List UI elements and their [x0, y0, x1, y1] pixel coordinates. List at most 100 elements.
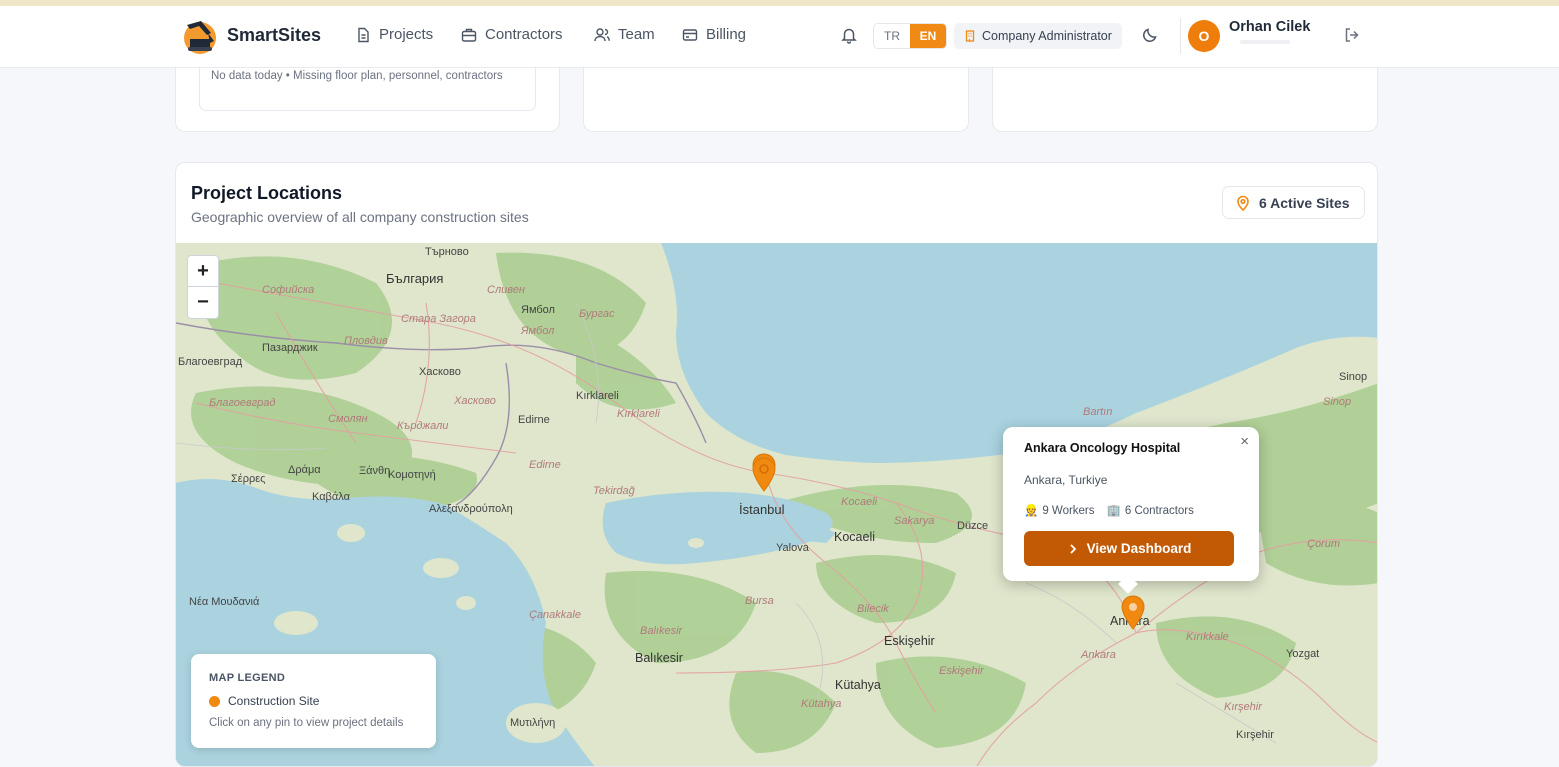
map-label: Tekirdağ [593, 485, 635, 497]
map-label: Пловдив [344, 335, 388, 347]
map-label: Çorum [1307, 538, 1341, 550]
map-label: Kırklareli [576, 390, 619, 402]
language-switch: TR EN [873, 23, 947, 49]
logout-icon[interactable] [1343, 26, 1361, 44]
lang-tr-button[interactable]: TR [874, 24, 910, 48]
map-label: Кърджали [397, 420, 449, 432]
map-label: Хасково [419, 366, 461, 378]
map-label: Δράμα [288, 464, 321, 476]
credit-card-icon [682, 28, 698, 41]
worker-icon: 👷 [1024, 505, 1039, 517]
popup-close-button[interactable]: × [1240, 433, 1249, 450]
zoom-control: + − [187, 255, 219, 319]
legend-item: Construction Site [209, 694, 319, 708]
moon-icon[interactable] [1141, 26, 1159, 44]
site-pin-icon[interactable] [751, 457, 777, 493]
role-badge: Company Administrator [954, 23, 1122, 49]
nav-team-label: Team [618, 26, 655, 43]
map-label: Κομοτηνή [388, 469, 436, 481]
section-title: Project Locations [191, 183, 343, 203]
map-label: Kırşehir [1224, 701, 1262, 713]
view-dashboard-label: View Dashboard [1086, 541, 1192, 556]
site-pin-icon[interactable] [1120, 595, 1146, 631]
nav-team[interactable]: Team [594, 26, 655, 43]
workers-stat: 👷 9 Workers [1024, 503, 1095, 517]
map-label: Düzce [957, 520, 989, 532]
popup-title: Ankara Oncology Hospital [1024, 441, 1181, 455]
active-sites-badge[interactable]: 6 Active Sites [1222, 186, 1365, 219]
legend-item-label: Construction Site [228, 694, 320, 708]
briefcase-icon [461, 28, 477, 42]
map-label: Yozgat [1286, 648, 1320, 660]
map-label: Sinop [1339, 371, 1368, 383]
users-icon [594, 27, 610, 41]
map-label: Σέρρες [231, 473, 266, 485]
project-locations-panel: Project Locations Geographic overview of… [175, 162, 1378, 767]
map-label: Sinop [1323, 396, 1352, 408]
map-label: Yalova [776, 542, 809, 554]
popup-stats: 👷 9 Workers 🏢 6 Contractors [1024, 503, 1194, 517]
legend-title: MAP LEGEND [209, 672, 286, 684]
map-label: Сливен [487, 284, 525, 296]
map-label: Bartın [1083, 406, 1113, 418]
chevron-right-icon [1069, 543, 1076, 554]
role-label: Company Administrator [982, 29, 1112, 43]
map-label: Νέα Μουδανιά [189, 596, 260, 608]
map-label: Bilecik [857, 603, 889, 615]
map-label: Balıkesir [635, 651, 683, 665]
site-popup: × Ankara Oncology Hospital Ankara, Turki… [1003, 427, 1259, 594]
map-label: Благоевград [209, 397, 276, 409]
nav-projects-label: Projects [379, 26, 434, 43]
map-label: Ankara [1081, 649, 1116, 661]
bell-icon[interactable] [840, 26, 858, 44]
map-label: Пазарджик [262, 342, 318, 354]
map-label: Kocaeli [834, 530, 875, 544]
map-label: Бургас [579, 308, 615, 320]
nav-billing[interactable]: Billing [682, 26, 746, 43]
map-label: Софийска [262, 284, 315, 296]
map-label: Търново [425, 246, 469, 258]
building-icon [965, 30, 975, 42]
brand-name[interactable]: SmartSites [227, 25, 321, 46]
user-name[interactable]: Orhan Cilek [1229, 19, 1310, 35]
legend-note: Click on any pin to view project details [209, 717, 404, 729]
map-label: Kırıkkale [1186, 631, 1229, 643]
map-label: Sakarya [894, 515, 935, 527]
map-view[interactable]: Търново България Софийска Сливен Ямбол Б… [176, 243, 1377, 766]
map-pin-icon [1237, 195, 1249, 211]
view-dashboard-button[interactable]: View Dashboard [1024, 531, 1234, 566]
map-label: Çanakkale [529, 609, 581, 621]
nav-contractors[interactable]: Contractors [461, 26, 563, 43]
map-label: Balıkesir [640, 625, 683, 637]
map-label: İstanbul [739, 502, 785, 517]
map-label: България [386, 271, 444, 286]
map-label: Kocaeli [841, 496, 878, 508]
map-label: Edirne [518, 414, 550, 426]
contractors-count: 6 Contractors [1124, 505, 1194, 517]
map-label: Ξάνθη [359, 465, 391, 477]
map-label: Ямбол [521, 304, 555, 316]
map-label: Стара Загора [401, 313, 476, 325]
active-sites-label: 6 Active Sites [1259, 194, 1350, 211]
nav-billing-label: Billing [706, 26, 747, 43]
user-subtitle-placeholder [1240, 40, 1290, 44]
header-divider [1180, 18, 1181, 54]
map-label: Ямбол [521, 325, 555, 337]
map-label: Хасково [454, 395, 496, 407]
zoom-in-button[interactable]: + [188, 256, 218, 287]
legend-dot [209, 695, 220, 707]
zoom-out-button[interactable]: − [188, 287, 218, 318]
map-label: Eskişehir [939, 665, 984, 677]
map-label: Kütahya [835, 678, 881, 692]
map-label: Edirne [529, 459, 561, 471]
map-label: Bursa [745, 595, 774, 607]
document-icon [358, 27, 369, 42]
building-icon: 🏢 [1106, 505, 1121, 517]
map-label: Αλεξανδρούπολη [429, 503, 513, 515]
nav-projects[interactable]: Projects [355, 26, 433, 43]
logo-excavator-icon[interactable] [181, 17, 219, 55]
map-label: Смолян [328, 413, 368, 425]
section-subtitle: Geographic overview of all company const… [191, 209, 529, 225]
lang-en-button[interactable]: EN [910, 24, 946, 48]
avatar[interactable]: O [1188, 20, 1220, 52]
